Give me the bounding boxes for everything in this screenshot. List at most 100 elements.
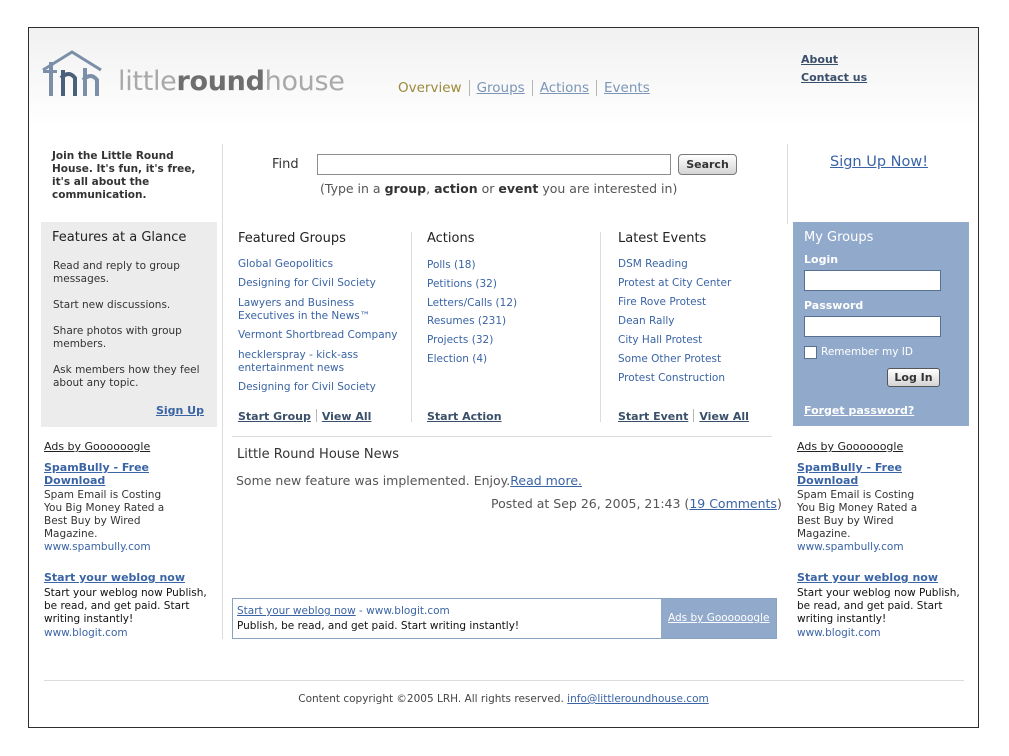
- ad-url[interactable]: www.spambully.com: [44, 541, 151, 553]
- nav-events[interactable]: Events: [596, 80, 657, 96]
- hint-keyword: group: [384, 181, 427, 196]
- feature-item: Read and reply to group messages.: [53, 260, 180, 285]
- remember-checkbox[interactable]: [804, 346, 817, 359]
- action-link[interactable]: Letters/Calls (12): [427, 297, 517, 310]
- group-link[interactable]: Vermont Shortbread Company: [238, 329, 403, 342]
- start-group-link[interactable]: Start Group: [238, 410, 311, 423]
- view-all-events-link[interactable]: View All: [699, 410, 749, 423]
- link-separator: [693, 409, 695, 422]
- find-label: Find: [272, 157, 299, 172]
- group-link[interactable]: Designing for Civil Society: [238, 277, 398, 290]
- event-link[interactable]: Protest Construction: [618, 372, 725, 385]
- adbar-sep: -: [355, 605, 367, 617]
- event-link[interactable]: Dean Rally: [618, 315, 675, 328]
- forgot-password-link[interactable]: Forget password?: [804, 404, 914, 417]
- start-event-link[interactable]: Start Event: [618, 410, 688, 423]
- column-divider: [600, 232, 601, 422]
- hint-text: or: [477, 181, 499, 196]
- contact-email-link[interactable]: info@littleroundhouse.com: [567, 693, 709, 705]
- ad-url[interactable]: www.blogit.com: [797, 627, 881, 639]
- logo-text-part: round: [176, 66, 265, 97]
- bottom-ad-bar: Start your weblog now - www.blogit.com P…: [232, 598, 777, 639]
- hint-keyword: event: [498, 181, 539, 196]
- top-links: About Contact us: [801, 53, 867, 89]
- event-link[interactable]: Protest at City Center: [618, 277, 731, 290]
- site-logo-text[interactable]: littleroundhouse: [118, 66, 345, 97]
- feature-item: Share photos with group members.: [53, 325, 182, 350]
- action-link[interactable]: Petitions (32): [427, 278, 497, 291]
- posted-date: Posted at Sep 26, 2005, 21:43 (: [491, 496, 690, 511]
- join-intro: Join the Little Round House. It's fun, i…: [52, 150, 196, 201]
- feature-item: Ask members how they feel about any topi…: [53, 364, 200, 389]
- login-input[interactable]: [804, 270, 941, 291]
- group-link[interactable]: hecklerspray - kick-ass entertainment ne…: [238, 349, 398, 375]
- my-groups-panel: My Groups Login Password Remember my ID …: [793, 222, 969, 426]
- login-label: Login: [804, 253, 839, 266]
- news-body: Some new feature was implemented. Enjoy.…: [236, 473, 582, 488]
- features-sign-up-link[interactable]: Sign Up: [156, 404, 204, 417]
- sign-up-now-link[interactable]: Sign Up Now!: [830, 154, 928, 170]
- my-groups-title: My Groups: [804, 230, 874, 245]
- news-title: Little Round House News: [237, 447, 400, 462]
- log-in-button[interactable]: Log In: [887, 368, 940, 387]
- event-link[interactable]: Some Other Protest: [618, 353, 721, 366]
- hint-text: ,: [426, 181, 435, 196]
- page-frame: littleroundhouse Overview Groups Actions…: [28, 27, 979, 728]
- posted-close: ): [776, 496, 782, 511]
- hint-text: you are interested in): [538, 181, 678, 196]
- view-all-groups-link[interactable]: View All: [322, 410, 372, 423]
- group-link[interactable]: Global Geopolitics: [238, 258, 398, 271]
- main-nav: Overview Groups Actions Events: [398, 80, 657, 96]
- event-link[interactable]: DSM Reading: [618, 258, 688, 271]
- news-text: Some new feature was implemented. Enjoy.: [236, 473, 511, 488]
- adbar-link[interactable]: Start your weblog now: [237, 605, 356, 617]
- remember-label: Remember my ID: [821, 346, 913, 358]
- event-link[interactable]: City Hall Protest: [618, 334, 702, 347]
- adbar-ads-by-link[interactable]: Ads by Goooooogle: [668, 612, 769, 624]
- featured-groups-footer: Start Group View All: [238, 405, 371, 424]
- ad-title-link[interactable]: Start your weblog now: [44, 571, 185, 584]
- about-link[interactable]: About: [801, 53, 867, 66]
- action-link[interactable]: Projects (32): [427, 334, 493, 347]
- hint-keyword: action: [434, 181, 478, 196]
- house-logo-icon[interactable]: [39, 48, 105, 100]
- featured-groups-title: Featured Groups: [238, 231, 346, 246]
- nav-groups[interactable]: Groups: [468, 80, 532, 96]
- copyright-text: Content copyright ©2005 LRH. All rights …: [298, 693, 564, 705]
- group-link[interactable]: Designing for Civil Society: [238, 381, 398, 394]
- ad-body: Start your weblog now Publish, be read, …: [44, 587, 207, 625]
- ad-url[interactable]: www.blogit.com: [44, 627, 128, 639]
- search-button[interactable]: Search: [678, 154, 737, 175]
- event-link[interactable]: Fire Rove Protest: [618, 296, 706, 309]
- logo-text-part: little: [118, 66, 177, 97]
- link-separator: [315, 409, 317, 422]
- footer-divider: [44, 680, 964, 681]
- nav-actions[interactable]: Actions: [531, 80, 596, 96]
- contact-link[interactable]: Contact us: [801, 71, 867, 84]
- column-divider: [222, 144, 223, 639]
- ad-title-link[interactable]: Start your weblog now: [797, 571, 938, 584]
- action-link[interactable]: Polls (18): [427, 259, 476, 272]
- ad-body: Spam Email is Costing You Big Money Rate…: [797, 489, 918, 540]
- search-hint: (Type in a group, action or event you ar…: [320, 181, 677, 196]
- read-more-link[interactable]: Read more.: [510, 473, 582, 488]
- ads-by-header-left[interactable]: Ads by Goooooogle: [44, 440, 150, 453]
- adbar-body: Publish, be read, and get paid. Start wr…: [237, 620, 520, 632]
- action-link[interactable]: Election (4): [427, 353, 487, 366]
- adbar-headline: Start your weblog now - www.blogit.com: [237, 605, 450, 617]
- group-link[interactable]: Lawyers and Business Executives in the N…: [238, 297, 398, 323]
- news-divider: [232, 436, 772, 437]
- start-action-link[interactable]: Start Action: [427, 410, 502, 423]
- comments-link[interactable]: 19 Comments: [689, 496, 777, 511]
- password-input[interactable]: [804, 316, 941, 337]
- adbar-url[interactable]: www.blogit.com: [366, 605, 450, 617]
- ad-title-link[interactable]: SpamBully - Free Download: [797, 461, 907, 487]
- nav-overview[interactable]: Overview: [398, 80, 469, 96]
- action-link[interactable]: Resumes (231): [427, 315, 506, 328]
- search-input[interactable]: [317, 154, 671, 175]
- news-posted-info: Posted at Sep 26, 2005, 21:43 (19 Commen…: [491, 496, 782, 511]
- ad-title-link[interactable]: SpamBully - Free Download: [44, 461, 154, 487]
- ad-url[interactable]: www.spambully.com: [797, 541, 904, 553]
- ads-by-header-right[interactable]: Ads by Goooooogle: [797, 440, 903, 453]
- ad-body: Spam Email is Costing You Big Money Rate…: [44, 489, 165, 540]
